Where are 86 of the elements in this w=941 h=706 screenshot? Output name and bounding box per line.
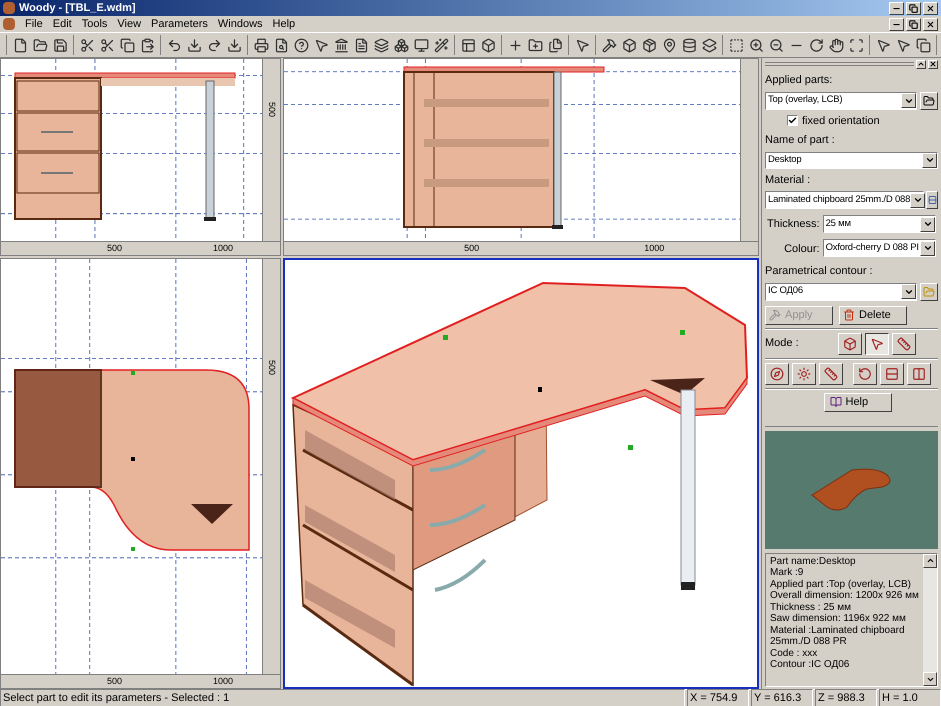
field-label: Applied parts: [765,73,834,88]
rows-icon[interactable] [880,362,904,384]
menu-item[interactable]: View [117,16,142,32]
scroll-down-icon [923,672,937,686]
delete-button[interactable]: Delete [839,306,907,324]
field-label: Name of part : [765,133,836,148]
thickness-dropdown[interactable]: 25 мм [822,215,936,233]
part-name-dropdown[interactable]: Desktop [765,152,938,168]
close-icon [926,4,935,12]
ruler-glyph-icon [824,366,838,380]
field-label: Colour: [784,243,820,255]
restore-button[interactable] [906,2,921,14]
part-info-text: Part name:Desktop Mark :9 Applied part :Top (overlay, LCB) Overall dimension: 1200x 926 мм Thickness : 25 мм Saw dimension: 1196x 922 мм Material :Laminated chipboard 25mm./D 088 PR Code : xxx Contour :IC ОД06 [769,554,920,670]
close-button[interactable] [923,2,938,14]
columns-glyph-icon [912,366,926,380]
viewport[interactable]: 500 500 1000 [0,58,281,256]
minimize-button[interactable] [889,18,904,30]
viewport[interactable]: 500 1000 [283,58,759,256]
folder-icon [923,286,935,298]
ruler-label: 1000 [213,244,234,253]
list-button[interactable] [926,191,938,209]
rows-glyph-icon [885,366,899,380]
status-message: Select part to edit its parameters - Selected : 1 [0,688,685,706]
help-button[interactable]: Help [824,392,892,412]
ruler-label: 1000 [213,677,234,686]
menu-item[interactable]: Parameters [151,16,208,32]
mode-label: Mode : [765,336,800,352]
window-title: Woody - [TBL_E.wdm] [19,0,137,16]
cube-icon[interactable] [838,332,862,354]
field-label: Material : [765,172,812,188]
ruler-label: 500 [267,101,276,117]
contour-button[interactable] [920,282,938,300]
ruler-icon[interactable] [819,362,843,384]
ruler-label: 500 [464,244,480,253]
ruler-label: 1000 [644,244,664,253]
sun-icon[interactable] [792,362,816,384]
menu-item[interactable]: Tools [82,16,108,32]
list-icon [928,194,936,206]
fixed-orientation-checkbox[interactable]: fixed orientation [765,112,938,129]
h-coordinate: H = 1.0 [879,688,941,706]
hammer-icon [769,309,781,321]
compass-icon[interactable] [765,362,789,384]
menu-item[interactable]: File [25,16,43,32]
close-icon [929,60,937,68]
y-coordinate: Y = 616.3 [751,688,813,706]
field-label: Parametrical contour : [765,264,874,279]
z-coordinate: Z = 988.3 [815,688,877,706]
viewport[interactable]: 500 500 1000 [0,258,281,689]
trash-icon [843,309,855,321]
ruler-glyph-icon [897,336,911,350]
app-logo-icon [3,2,15,14]
ruler-label: 500 [107,677,122,686]
menu-item[interactable]: Windows [218,16,263,32]
ruler-label: 500 [267,360,276,375]
scroll-up-icon [923,554,937,568]
colour-dropdown[interactable]: Oxford-cherry D 088 PI [822,239,936,257]
rotate-icon[interactable] [853,362,877,384]
columns-icon[interactable] [907,362,931,384]
close-button[interactable] [923,18,938,30]
menu-item[interactable]: Help [272,16,296,32]
x-coordinate: X = 754.9 [687,688,749,706]
compass-glyph-icon [770,366,784,380]
cube-glyph-icon [843,336,857,350]
pointer-glyph-icon [870,336,884,350]
contour-dropdown[interactable]: IC ОД06 [765,282,917,300]
ruler-icon[interactable] [892,332,916,354]
pointer-icon[interactable] [865,332,889,354]
material-dropdown[interactable]: Laminated chipboard 25mm./D 088 [765,191,924,209]
field-label: Thickness: [767,216,820,232]
sun-glyph-icon [797,366,811,380]
ruler-label: 500 [107,244,122,253]
applied-parts-dropdown[interactable]: Top (overlay, LCB) [765,92,917,110]
scrollbar[interactable] [923,554,937,686]
restore-icon [909,4,918,12]
close-icon [926,20,935,28]
check-icon [788,116,797,126]
menu-item[interactable]: Edit [52,16,72,32]
restore-icon [909,20,918,28]
folder-button[interactable] [920,92,938,110]
minimize-button[interactable] [889,2,904,14]
collapse-button[interactable] [916,60,926,68]
close-button[interactable] [928,60,938,68]
book-icon [830,396,842,408]
rotate-glyph-icon [858,366,872,380]
folder-icon [923,94,935,106]
restore-button[interactable] [906,18,921,30]
